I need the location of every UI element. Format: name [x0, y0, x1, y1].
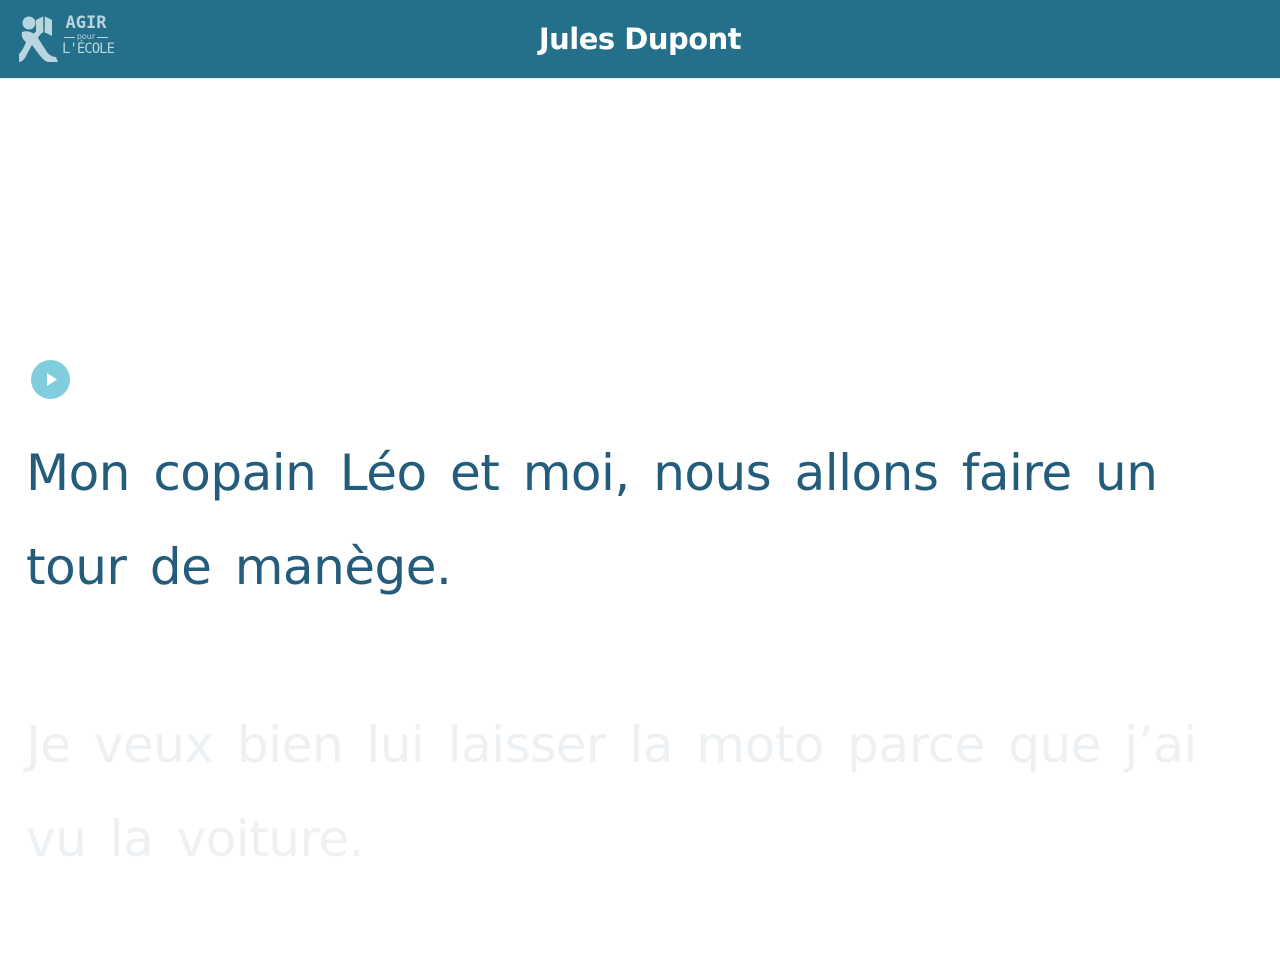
active-sentence: Mon copain Léo et moi, nous allons faire…	[26, 444, 1158, 596]
top-bar: AGIR pour L'ÉCOLE Jules Dupont	[0, 0, 1280, 78]
reading-child-logo-icon	[19, 16, 58, 62]
logo-wordmark: AGIR pour L'ÉCOLE	[62, 13, 115, 57]
logo-line-ecole: L'ÉCOLE	[62, 41, 115, 57]
play-audio-button[interactable]	[31, 360, 70, 399]
agir-pour-lecole-logo: AGIR pour L'ÉCOLE	[18, 12, 115, 66]
logo-line-pour: pour	[62, 32, 110, 41]
student-name-title: Jules Dupont	[538, 22, 742, 56]
play-icon	[47, 373, 57, 386]
faded-next-sentence: Je veux bien lui laisser la moto parce q…	[26, 716, 1197, 868]
logo-line-agir: AGIR	[65, 13, 107, 33]
